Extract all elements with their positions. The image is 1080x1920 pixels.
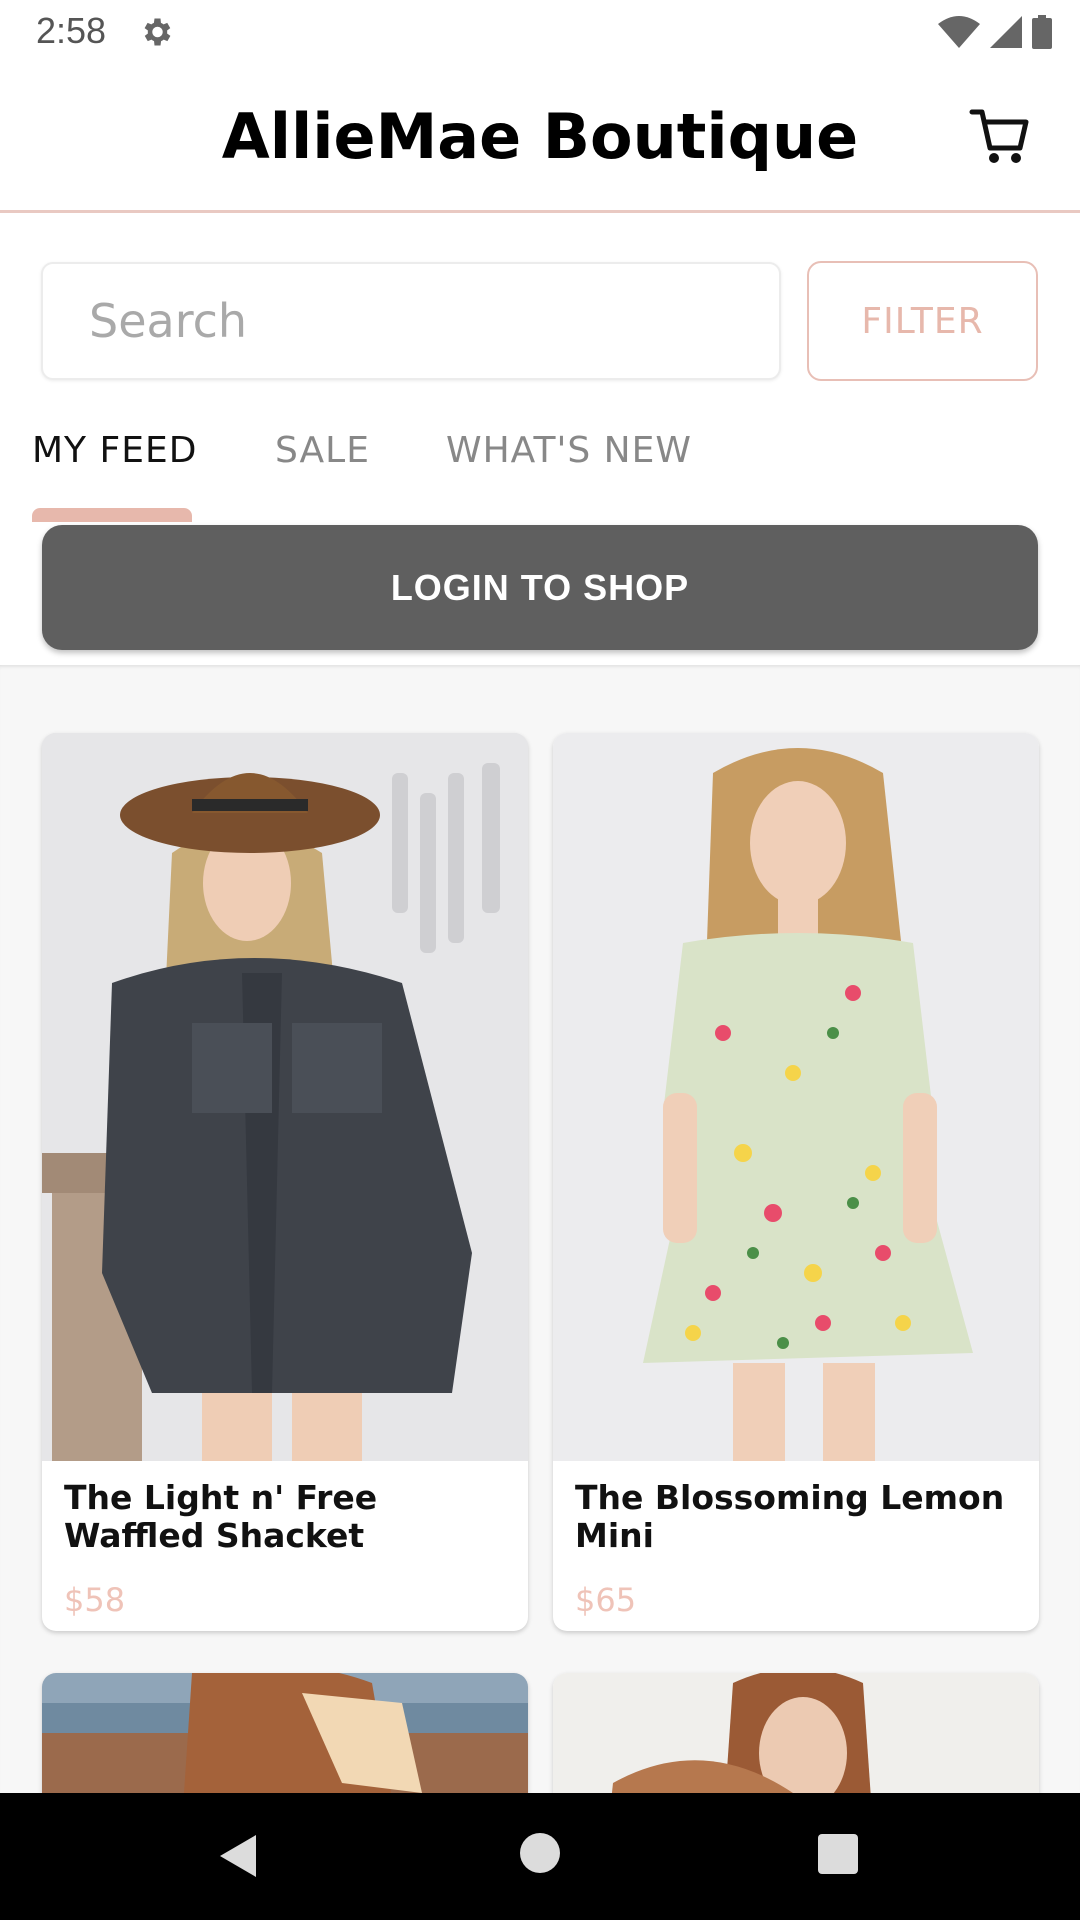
wifi-icon xyxy=(938,16,980,48)
system-nav-bar xyxy=(0,1793,1080,1920)
search-input[interactable] xyxy=(43,264,779,378)
home-icon[interactable] xyxy=(520,1833,560,1873)
app-header: AllieMae Boutique xyxy=(0,64,1080,213)
tab-bar: MY FEED SALE WHAT'S NEW xyxy=(0,430,1080,520)
product-name[interactable]: The Light n' Free Waffled Shacket xyxy=(64,1479,514,1555)
status-time: 2:58 xyxy=(36,10,107,51)
product-card[interactable]: The Blossoming Lemon Mini $65 xyxy=(553,733,1039,1631)
login-to-shop-button[interactable]: LOGIN TO SHOP xyxy=(42,525,1038,650)
filter-button[interactable]: FILTER xyxy=(807,261,1038,381)
back-icon[interactable] xyxy=(216,1833,260,1879)
tab-whats-new[interactable]: WHAT'S NEW xyxy=(446,430,692,471)
app-title: AllieMae Boutique xyxy=(221,100,859,173)
product-image[interactable] xyxy=(42,1673,528,1793)
product-image[interactable] xyxy=(42,733,528,1461)
status-bar: 2:58 xyxy=(0,0,1080,64)
tab-sale[interactable]: SALE xyxy=(275,430,370,471)
product-price: $58 xyxy=(64,1581,126,1619)
product-name[interactable]: The Blossoming Lemon Mini xyxy=(575,1479,1025,1555)
product-feed[interactable]: The Light n' Free Waffled Shacket $58 Th… xyxy=(0,665,1080,1793)
tab-my-feed[interactable]: MY FEED xyxy=(32,430,197,471)
active-tab-indicator xyxy=(32,508,192,522)
product-card[interactable] xyxy=(553,1673,1039,1793)
product-image[interactable] xyxy=(553,733,1039,1461)
product-card[interactable]: The Light n' Free Waffled Shacket $58 xyxy=(42,733,528,1631)
signal-icon xyxy=(990,16,1022,48)
product-card[interactable] xyxy=(42,1673,528,1793)
recents-icon[interactable] xyxy=(818,1834,858,1874)
cart-icon[interactable] xyxy=(968,104,1032,168)
product-price: $65 xyxy=(575,1581,637,1619)
battery-icon xyxy=(1032,15,1052,49)
search-box xyxy=(41,262,781,380)
product-image[interactable] xyxy=(553,1673,1039,1793)
settings-icon xyxy=(144,18,171,46)
